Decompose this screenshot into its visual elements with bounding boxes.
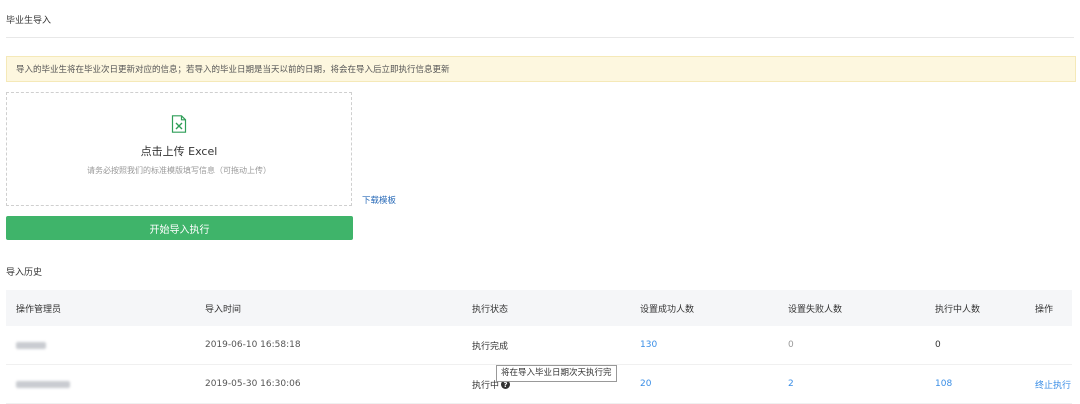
import-time: 2019-06-10 16:58:18	[205, 340, 301, 350]
download-template-link[interactable]: 下载模板	[362, 194, 396, 206]
import-time: 2019-05-30 16:30:06	[205, 379, 301, 389]
status-tooltip: 将在导入毕业日期次天执行完	[496, 365, 617, 382]
page-title: 毕业生导入	[6, 16, 52, 26]
title-divider	[6, 37, 1074, 38]
failed-count-link[interactable]: 2	[788, 365, 794, 403]
notice-text: 导入的毕业生将在毕业次日更新对应的信息；若导入的毕业日期是当天以前的日期，将会在…	[16, 65, 450, 75]
column-header-time: 导入时间	[205, 304, 242, 315]
history-title: 导入历史	[6, 268, 43, 278]
terminate-execution-link[interactable]: 终止执行	[1035, 365, 1071, 403]
status-text: 执行完成	[472, 341, 509, 352]
success-count-link[interactable]: 20	[640, 365, 651, 403]
column-header-running: 执行中人数	[935, 304, 981, 315]
column-header-success: 设置成功人数	[640, 304, 695, 315]
upload-dropzone[interactable]: 点击上传 Excel 请务必按照我们的标准模版填写信息（可拖动上传）	[6, 92, 352, 206]
start-import-button[interactable]: 开始导入执行	[6, 216, 353, 240]
table-header: 操作管理员 导入时间 执行状态 设置成功人数 设置失败人数 执行中人数 操作	[6, 290, 1072, 326]
upload-title: 点击上传 Excel	[140, 145, 218, 158]
running-count-link[interactable]: 108	[935, 365, 952, 403]
column-header-admin: 操作管理员	[16, 304, 62, 315]
column-header-status: 执行状态	[472, 304, 509, 315]
status-text: 执行中	[472, 380, 500, 391]
upload-hint: 请务必按照我们的标准模版填写信息（可拖动上传）	[87, 166, 271, 175]
failed-count: 0	[788, 340, 794, 350]
running-count: 0	[935, 340, 941, 350]
admin-name-blurred	[16, 365, 70, 403]
history-table: 操作管理员 导入时间 执行状态 设置成功人数 设置失败人数 执行中人数 操作 2…	[6, 290, 1072, 404]
table-row: 2019-06-10 16:58:18 执行完成 130 0 0	[6, 326, 1072, 365]
notice-banner: 导入的毕业生将在毕业次日更新对应的信息；若导入的毕业日期是当天以前的日期，将会在…	[6, 56, 1076, 82]
success-count-link[interactable]: 130	[640, 326, 657, 364]
column-header-failed: 设置失败人数	[788, 304, 843, 315]
admin-name-blurred	[16, 326, 46, 364]
excel-file-icon	[171, 115, 187, 133]
column-header-action: 操作	[1035, 304, 1054, 315]
